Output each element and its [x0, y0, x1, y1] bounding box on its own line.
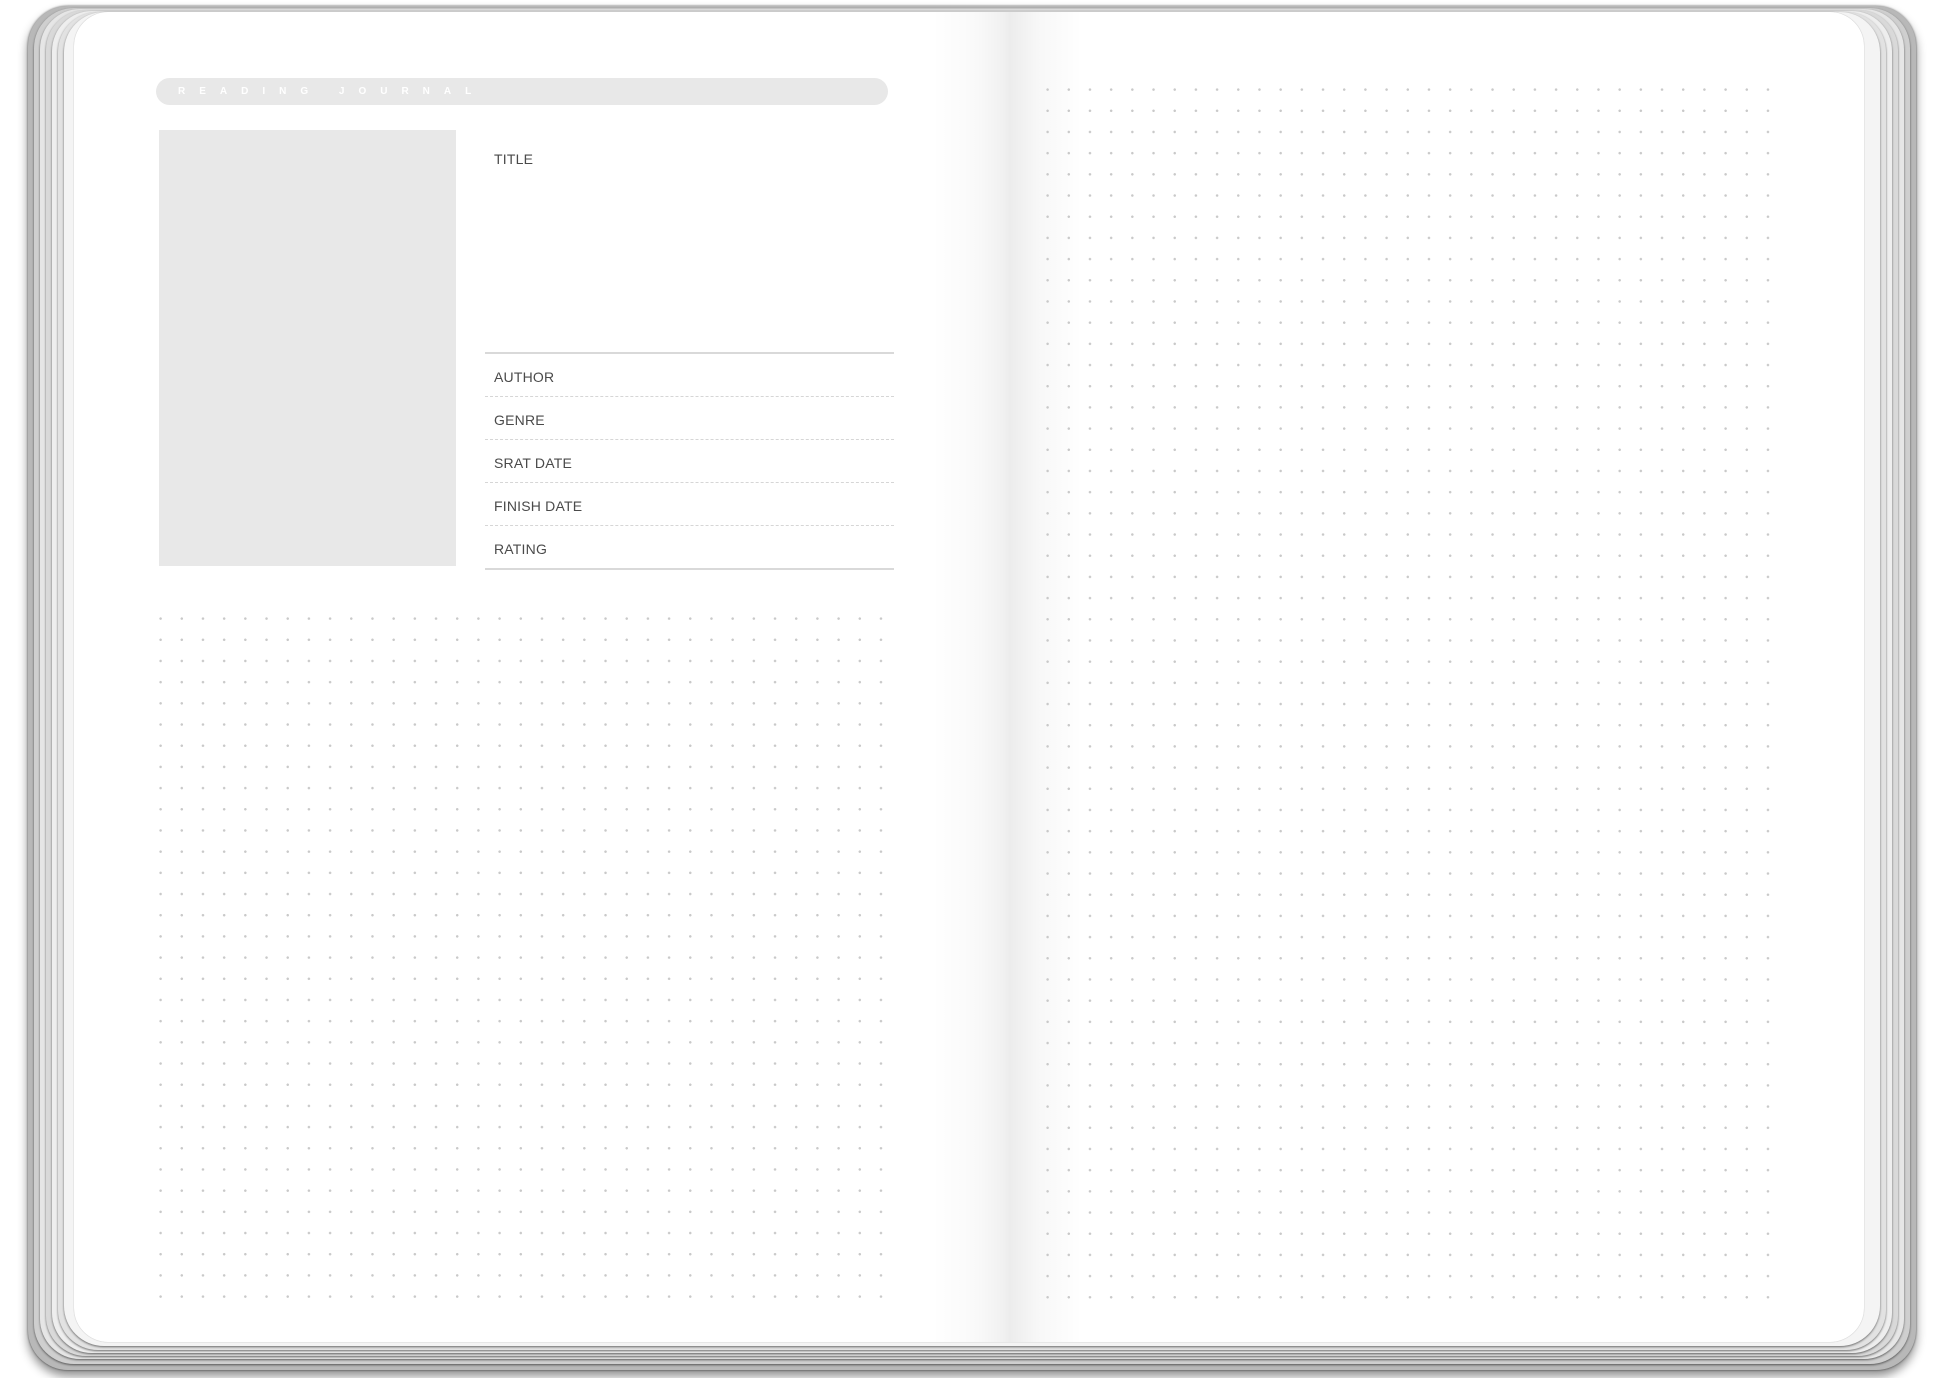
finish-date-label: FINISH DATE	[494, 498, 583, 514]
genre-label: GENRE	[494, 412, 545, 428]
author-label: AUTHOR	[494, 369, 555, 385]
genre-field[interactable]: GENRE	[485, 397, 894, 440]
notebook-stage: READING JOURNAL TITLE AUTHOR GENRE SRAT …	[0, 0, 1941, 1378]
finish-date-field[interactable]: FINISH DATE	[485, 483, 894, 526]
start-date-field[interactable]: SRAT DATE	[485, 440, 894, 483]
author-field[interactable]: AUTHOR	[485, 354, 894, 397]
book-cover-placeholder[interactable]	[159, 130, 456, 566]
dot-grid-page[interactable]	[1037, 79, 1785, 1306]
notebook-spread: READING JOURNAL TITLE AUTHOR GENRE SRAT …	[74, 12, 1864, 1342]
reading-journal-banner: READING JOURNAL	[156, 78, 888, 105]
rating-label: RATING	[494, 541, 548, 557]
banner-title: READING JOURNAL	[178, 86, 486, 97]
start-date-label: SRAT DATE	[494, 455, 573, 471]
dot-grid-notes-area[interactable]	[150, 608, 894, 1306]
right-page	[969, 12, 1864, 1342]
book-info-fields: TITLE AUTHOR GENRE SRAT DATE FINISH DATE…	[485, 130, 894, 570]
rating-field[interactable]: RATING	[485, 526, 894, 570]
title-field[interactable]: TITLE	[485, 130, 894, 354]
title-label: TITLE	[494, 151, 534, 167]
left-page: READING JOURNAL TITLE AUTHOR GENRE SRAT …	[74, 12, 969, 1342]
